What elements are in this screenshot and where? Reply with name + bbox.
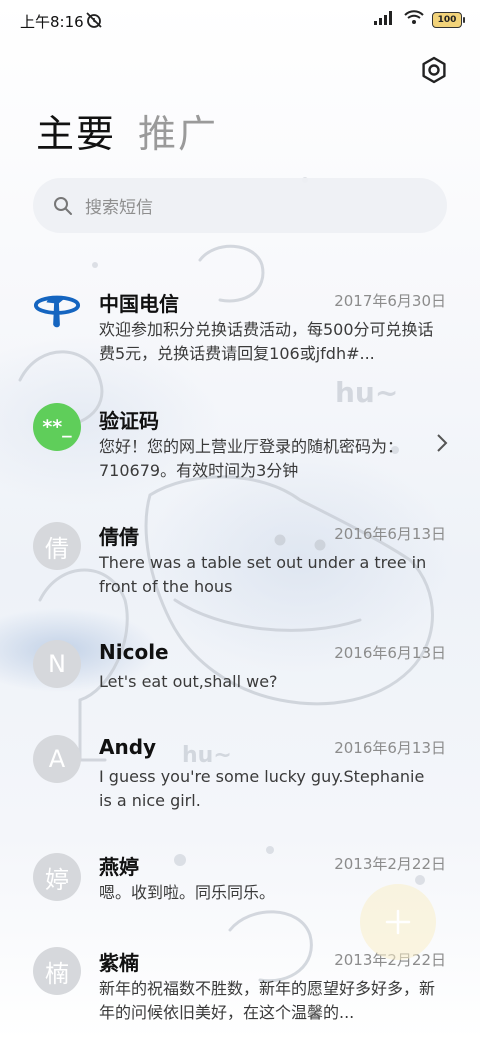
message-tabs: 主要 推广 xyxy=(36,112,218,158)
avatar: A xyxy=(33,735,81,783)
conversation-item[interactable]: 倩 倩倩 2016年6月13日 There was a table set ou… xyxy=(0,521,480,601)
plus-icon xyxy=(385,909,411,935)
conversation-name: 中国电信 xyxy=(99,292,179,316)
battery-icon: 100 xyxy=(432,11,465,28)
conversation-snippet: There was a table set out under a tree i… xyxy=(99,553,427,596)
signal-icon xyxy=(374,10,396,29)
search-placeholder: 搜索短信 xyxy=(85,198,153,218)
conversation-date: 2013年2月22日 xyxy=(334,855,446,873)
conversation-snippet: 您好！您的网上营业厅登录的随机密码为：710679。有效时间为3分钟 xyxy=(99,437,404,480)
conversation-snippet: 新年的祝福数不胜数，新年的愿望好多好多，新年的问候依旧美好，在这个温馨的... xyxy=(99,979,436,1022)
conversation-date: 2017年6月30日 xyxy=(334,292,446,310)
wifi-icon xyxy=(404,10,424,29)
avatar: 婷 xyxy=(33,853,81,901)
conversation-date: 2016年6月13日 xyxy=(334,644,446,662)
conversation-name: 验证码 xyxy=(99,409,159,433)
avatar: **_ xyxy=(33,403,81,451)
conversation-snippet: 欢迎参加积分兑换话费活动，每500分可兑换话费5元，兑换话费请回复106或jfd… xyxy=(99,320,434,363)
conversation-item[interactable]: N Nicole 2016年6月13日 Let's eat out,shall … xyxy=(0,640,480,700)
conversation-name: 燕婷 xyxy=(99,855,139,879)
conversation-item[interactable]: A Andy 2016年6月13日 I guess you're some lu… xyxy=(0,735,480,815)
conversation-item[interactable]: 中国电信 2017年6月30日 欢迎参加积分兑换话费活动，每500分可兑换话费5… xyxy=(0,288,480,368)
conversation-name: 紫楠 xyxy=(99,951,139,975)
chevron-right-icon xyxy=(436,433,448,457)
conversation-name: 倩倩 xyxy=(99,525,139,549)
battery-level: 100 xyxy=(437,14,457,25)
tab-promotions[interactable]: 推广 xyxy=(138,112,218,158)
avatar: 楠 xyxy=(33,947,81,995)
status-bar: 上午8:16 100 xyxy=(0,0,480,42)
conversation-date: 2016年6月13日 xyxy=(334,525,446,543)
settings-hexagon-icon xyxy=(422,56,446,84)
conversation-name: Nicole xyxy=(99,640,169,664)
tab-main[interactable]: 主要 xyxy=(36,112,116,158)
search-icon xyxy=(54,196,72,215)
settings-button[interactable] xyxy=(416,52,452,88)
status-time: 上午8:16 xyxy=(20,13,84,31)
china-telecom-logo-icon xyxy=(33,286,81,334)
conversation-name: Andy xyxy=(99,735,157,759)
avatar: 倩 xyxy=(33,522,81,570)
conversation-snippet: I guess you're some lucky guy.Stephanie … xyxy=(99,767,425,810)
conversation-item[interactable]: **_ 验证码 您好！您的网上营业厅登录的随机密码为：710679。有效时间为3… xyxy=(0,403,480,485)
alarm-off-icon xyxy=(84,10,104,34)
avatar: N xyxy=(33,640,81,688)
conversation-item[interactable]: 楠 紫楠 2013年2月22日 新年的祝福数不胜数，新年的愿望好多好多，新年的问… xyxy=(0,947,480,1027)
new-message-button[interactable] xyxy=(360,884,436,960)
conversation-date: 2016年6月13日 xyxy=(334,739,446,757)
conversation-snippet: Let's eat out,shall we? xyxy=(99,672,278,691)
search-input[interactable]: 搜索短信 xyxy=(33,178,447,233)
